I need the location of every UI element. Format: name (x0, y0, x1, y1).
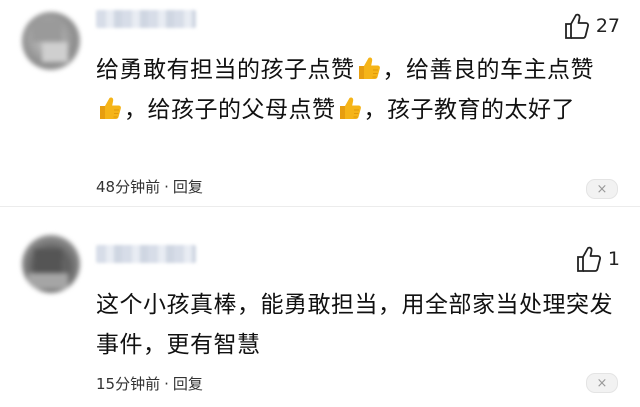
comment-text-part: ，给善良的车主点赞 (382, 57, 594, 83)
thumbs-up-outline-icon (577, 246, 601, 272)
comment-text-part: ，给孩子的父母点赞 (124, 97, 336, 123)
thumbs-up-outline-icon (564, 13, 589, 39)
avatar[interactable] (22, 12, 80, 70)
like-count: 1 (607, 248, 620, 270)
avatar[interactable] (22, 235, 80, 293)
close-icon: × (596, 181, 608, 197)
timestamp: 15分钟前 (96, 375, 161, 393)
comment-item: 27 给勇敢有担当的孩子点赞 ，给善良的车主点赞 ，给孩子的父母点赞 ，孩子教育的太好… (0, 0, 640, 207)
username-blurred[interactable] (96, 10, 196, 28)
comment-meta: 48分钟前 · 回复 (96, 176, 203, 197)
thumbs-up-emoji-icon (358, 57, 380, 79)
close-icon: × (596, 375, 608, 391)
comment-meta: 15分钟前 · 回复 (96, 373, 203, 394)
thumbs-up-emoji-icon (339, 97, 361, 119)
reply-button[interactable]: 回复 (173, 375, 203, 393)
separator: · (164, 178, 169, 196)
like-count: 27 (595, 15, 620, 37)
reply-button[interactable]: 回复 (173, 178, 203, 196)
comment-text-part: 给勇敢有担当的孩子点赞 (96, 57, 355, 83)
comment-text-part: ，孩子教育的太好了 (363, 97, 575, 123)
close-button[interactable]: × (586, 179, 618, 199)
thumbs-up-emoji-icon (100, 97, 121, 119)
like-button[interactable]: 1 (576, 245, 620, 273)
comment-item: 1 这个小孩真棒，能勇敢担当，用全部家当处理突发事件，更有智慧 15分钟前 · 回复… (0, 207, 640, 407)
username-blurred[interactable] (96, 245, 196, 263)
close-button[interactable]: × (586, 373, 618, 393)
comment-text: 给勇敢有担当的孩子点赞 ，给善良的车主点赞 ，给孩子的父母点赞 ，孩子教育的太好了 (96, 50, 616, 130)
like-button[interactable]: 27 (564, 12, 620, 40)
separator: · (164, 375, 169, 393)
timestamp: 48分钟前 (96, 178, 161, 196)
comment-text: 这个小孩真棒，能勇敢担当，用全部家当处理突发事件，更有智慧 (96, 292, 613, 358)
